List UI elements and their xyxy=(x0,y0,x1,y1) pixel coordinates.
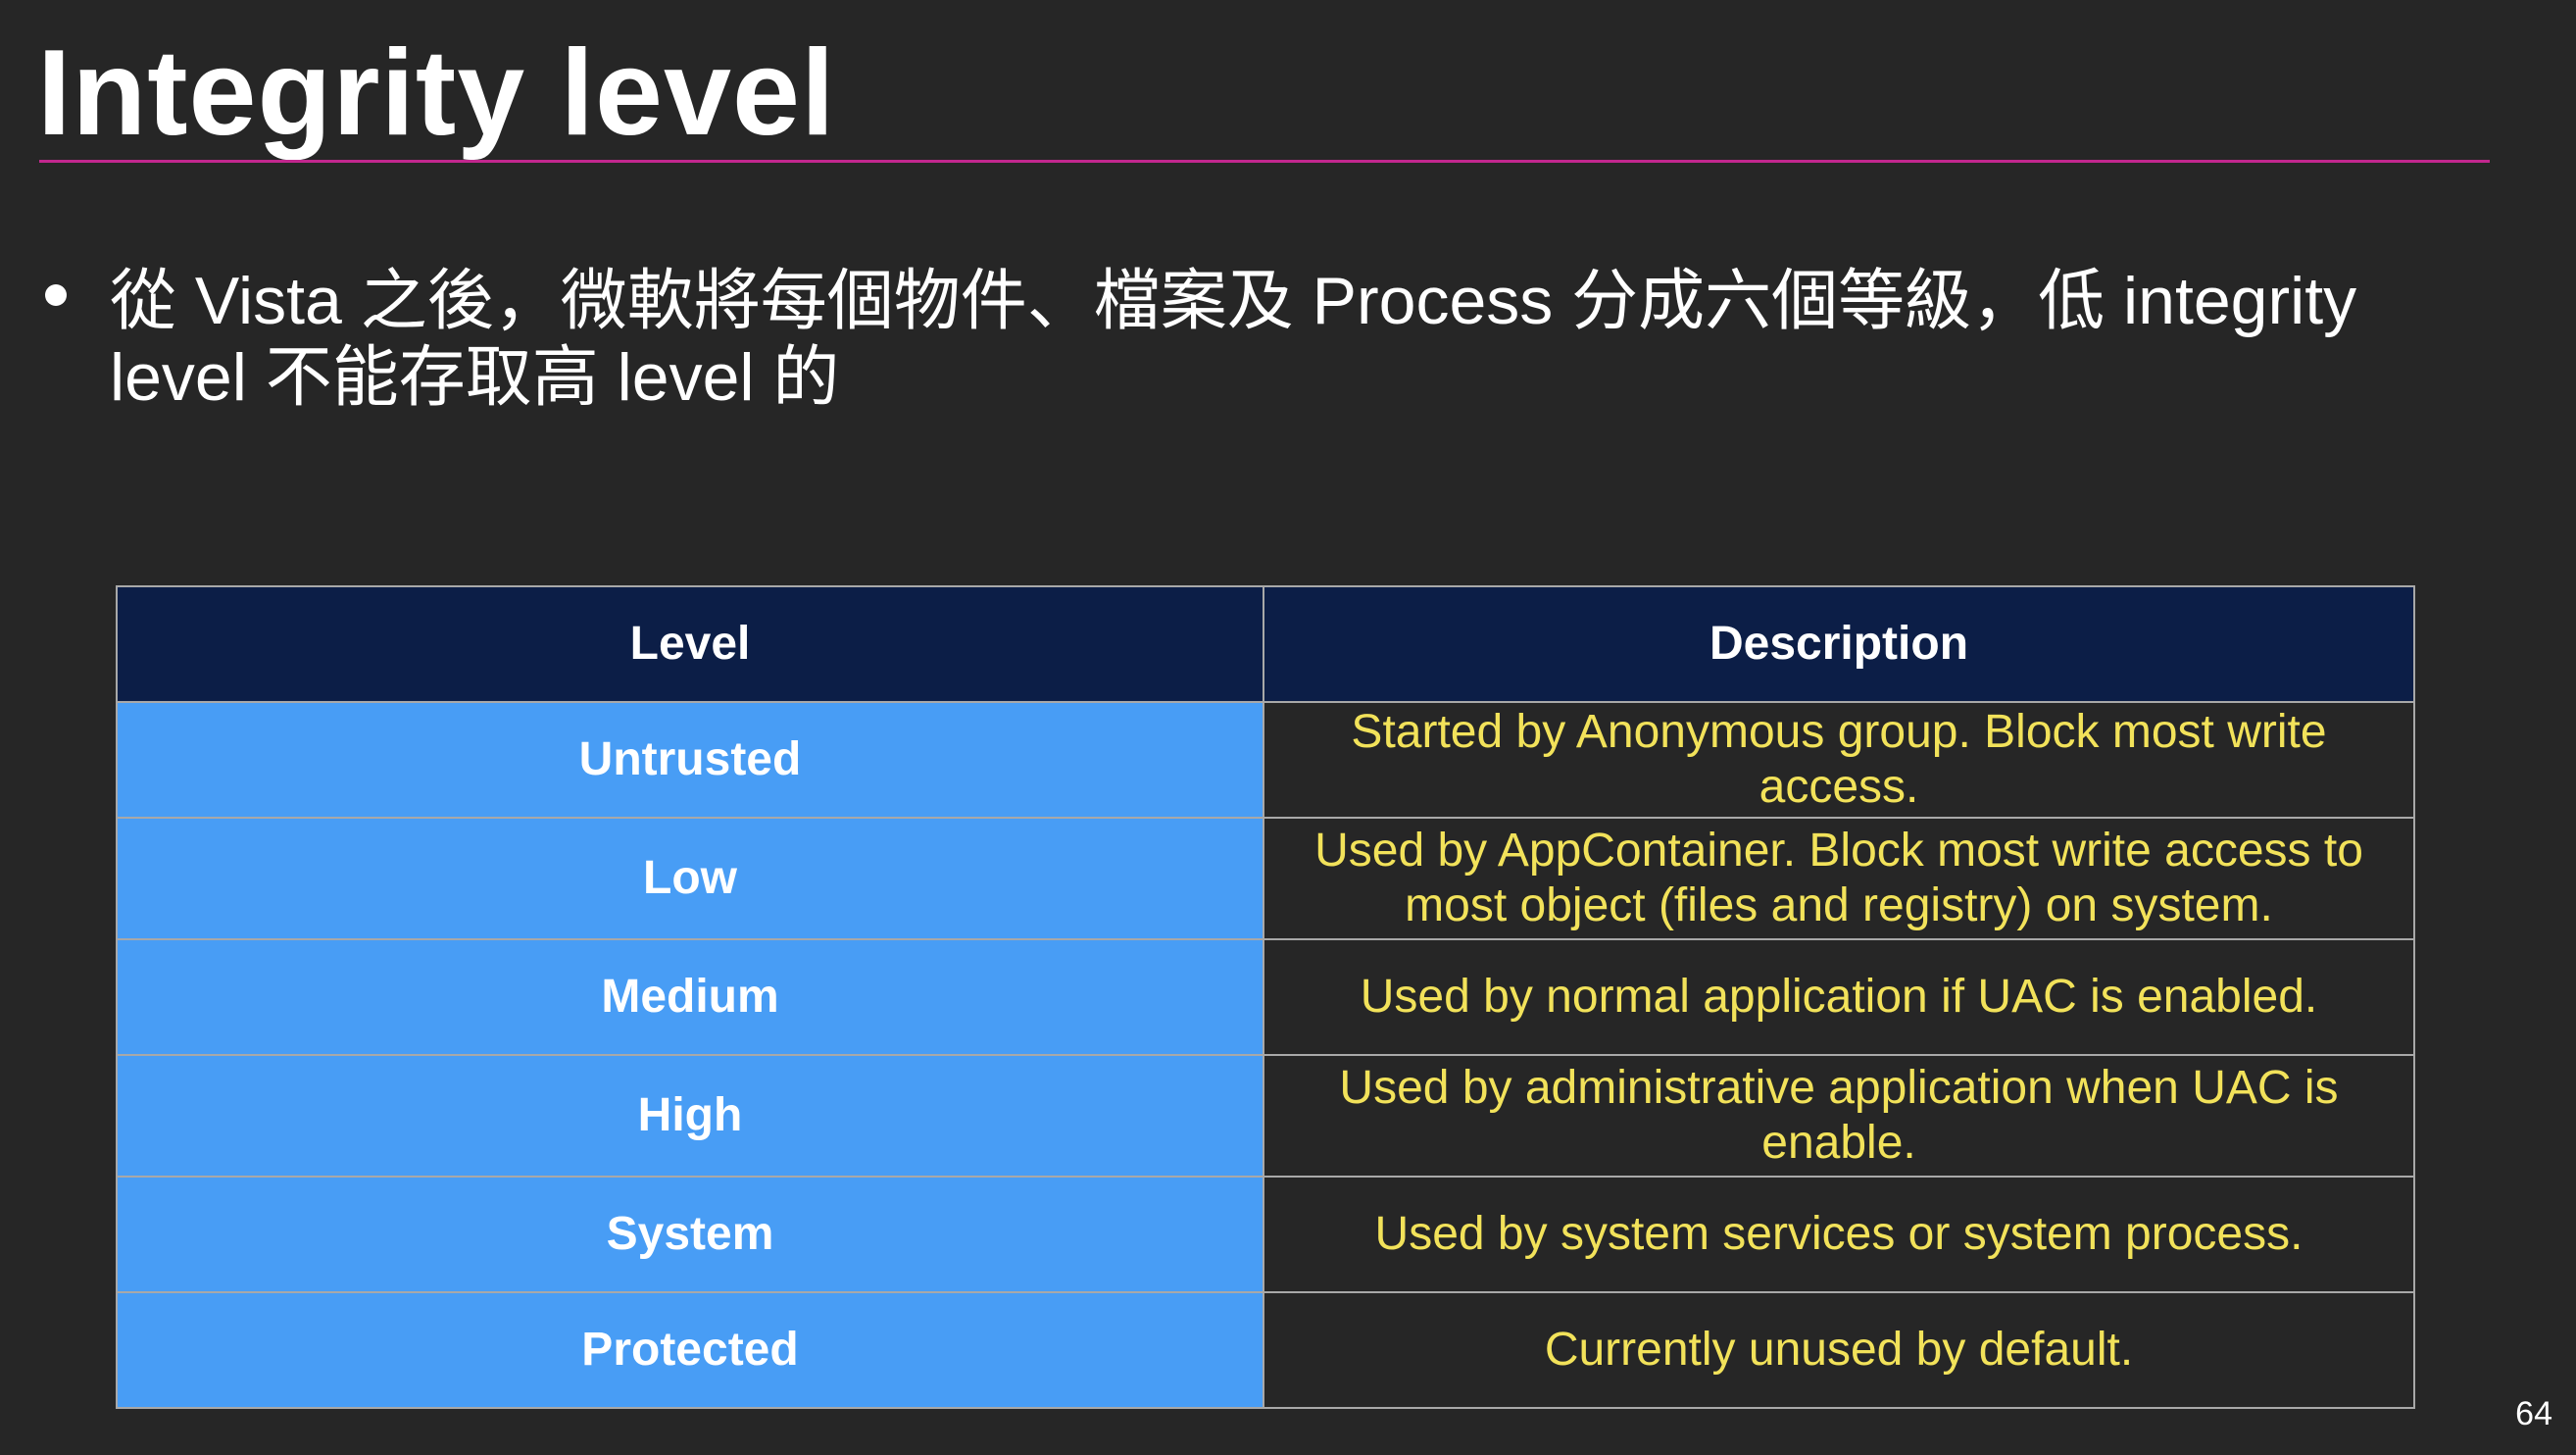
bullet-dot-icon xyxy=(45,284,67,306)
table-row: Medium Used by normal application if UAC… xyxy=(116,938,2415,1056)
level-cell: System xyxy=(116,1176,1264,1293)
page-number: 64 xyxy=(2515,1395,2552,1432)
description-cell: Used by AppContainer. Block most write a… xyxy=(1263,817,2415,940)
bullet-text: 從 Vista 之後，微軟將每個物件、檔案及 Process 分成六個等級，低 … xyxy=(110,264,2357,415)
description-cell: Used by administrative application when … xyxy=(1263,1054,2415,1178)
table-header-row: Level Description xyxy=(116,585,2415,703)
table-row: Low Used by AppContainer. Block most wri… xyxy=(116,817,2415,940)
slide-title: Integrity level xyxy=(37,25,836,161)
integrity-level-table: Level Description Untrusted Started by A… xyxy=(116,585,2415,1409)
description-cell: Currently unused by default. xyxy=(1263,1291,2415,1409)
description-cell: Used by normal application if UAC is ena… xyxy=(1263,938,2415,1056)
description-cell: Started by Anonymous group. Block most w… xyxy=(1263,701,2415,819)
level-cell: Protected xyxy=(116,1291,1264,1409)
table-row: Untrusted Started by Anonymous group. Bl… xyxy=(116,701,2415,819)
level-cell: High xyxy=(116,1054,1264,1178)
title-underline xyxy=(39,160,2490,163)
header-level: Level xyxy=(116,585,1264,703)
level-cell: Untrusted xyxy=(116,701,1264,819)
description-cell: Used by system services or system proces… xyxy=(1263,1176,2415,1293)
table-row: High Used by administrative application … xyxy=(116,1054,2415,1178)
header-description: Description xyxy=(1263,585,2415,703)
table-row: System Used by system services or system… xyxy=(116,1176,2415,1293)
level-cell: Low xyxy=(116,817,1264,940)
table-row: Protected Currently unused by default. xyxy=(116,1291,2415,1409)
level-cell: Medium xyxy=(116,938,1264,1056)
